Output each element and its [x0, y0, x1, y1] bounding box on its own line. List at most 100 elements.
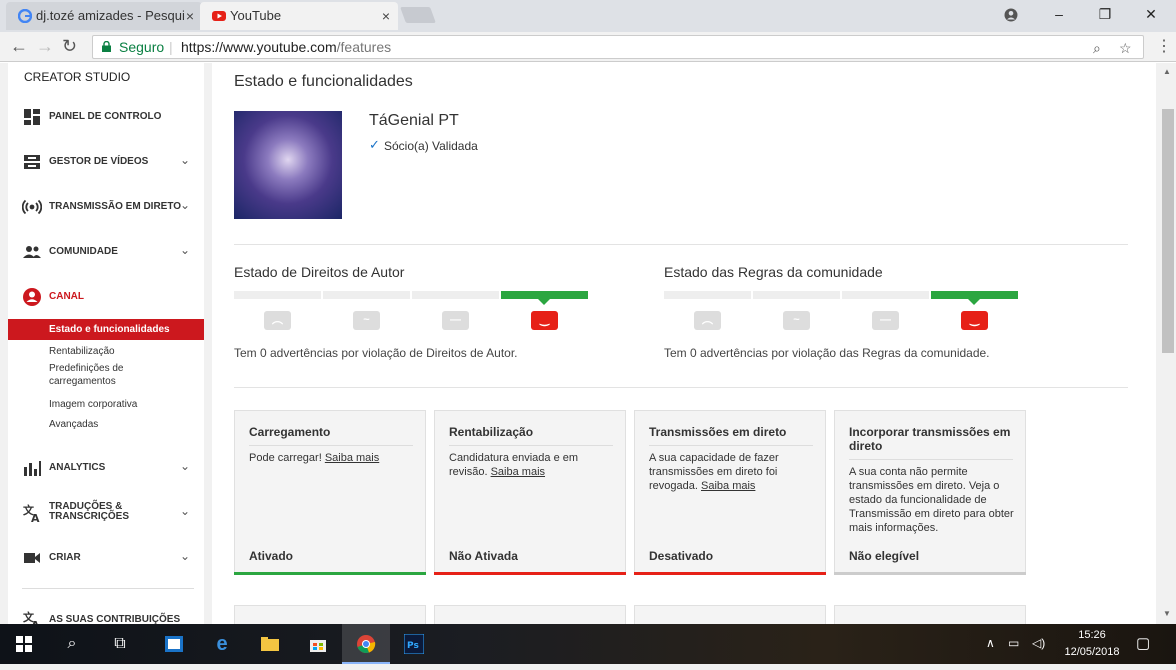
url-input[interactable]: Seguro | https://www.youtube.com/feature… — [92, 35, 1144, 59]
svg-text:Ps: Ps — [407, 641, 419, 651]
sidebar-item-label: CRIAR — [49, 552, 81, 563]
tab-google-search[interactable]: dj.tozé amizades - Pesqui × — [6, 2, 202, 30]
chevron-down-icon[interactable]: ⌄ — [180, 549, 190, 563]
happy-face-icon: ‿ — [531, 311, 558, 330]
card-title: Rentabilização — [449, 425, 613, 446]
card-body: A sua capacidade de fazer transmissões e… — [649, 451, 815, 493]
network-icon[interactable]: ▭ — [1008, 636, 1019, 650]
sidebar-subitem-branding[interactable]: Imagem corporativa — [49, 398, 137, 411]
translate-icon: 文A — [23, 503, 40, 523]
creator-studio-sidebar: CREATOR STUDIO PAINEL DE CONTROLO GESTOR… — [8, 63, 204, 624]
browser-window: dj.tozé amizades - Pesqui × YouTube × – … — [0, 0, 1176, 624]
learn-more-link[interactable]: Saiba mais — [491, 466, 545, 478]
scroll-down-icon[interactable]: ▼ — [1163, 609, 1171, 618]
chevron-down-icon[interactable]: ⌄ — [180, 243, 190, 257]
new-tab-button[interactable] — [400, 7, 436, 23]
chevron-down-icon[interactable]: ⌄ — [180, 459, 190, 473]
scrollbar-thumb[interactable] — [1162, 109, 1174, 353]
bookmark-star-icon[interactable]: ☆ — [1119, 37, 1132, 59]
meter-segment — [323, 291, 410, 299]
tab-youtube[interactable]: YouTube × — [200, 2, 398, 30]
page-content: CREATOR STUDIO PAINEL DE CONTROLO GESTOR… — [0, 63, 1160, 624]
clock-time: 15:26 — [1078, 629, 1106, 641]
tray-chevron-icon[interactable]: ∧ — [986, 636, 995, 650]
section-divider — [234, 244, 1128, 245]
notifications-icon[interactable]: ▢ — [1136, 634, 1150, 652]
meter-segment — [931, 291, 1018, 305]
card-status-bar — [234, 572, 426, 575]
card-title: Carregamento — [249, 425, 413, 446]
sad-face-icon: ︵ — [694, 311, 721, 330]
sidebar-item-label: TRANSMISSÃO EM DIRETO — [49, 201, 182, 212]
sidebar-item-create[interactable]: CRIAR ⌄ — [8, 542, 204, 572]
windows-taskbar: ⌕ ⧉ e Ps ∧ ▭ ◁) 15:26 12/05/2018 ▢ — [0, 624, 1176, 664]
back-icon[interactable]: ← — [10, 36, 28, 56]
tab-bar: dj.tozé amizades - Pesqui × YouTube × – … — [0, 0, 1176, 32]
sidebar-item-contributions[interactable]: 文A AS SUAS CONTRIBUIÇÕES — [8, 604, 204, 624]
system-clock[interactable]: 15:26 12/05/2018 — [1060, 627, 1124, 661]
channel-avatar[interactable] — [234, 111, 342, 219]
secure-label: Seguro — [119, 39, 165, 55]
scrollbar[interactable]: ▲ ▼ — [1160, 63, 1176, 624]
tab-label: YouTube — [230, 8, 282, 23]
profile-icon[interactable] — [988, 0, 1034, 30]
checkmark-icon: ✓ — [369, 137, 380, 152]
sidebar-item-label: AS SUAS CONTRIBUIÇÕES — [49, 614, 181, 624]
close-window-button[interactable]: ✕ — [1128, 0, 1174, 30]
chevron-down-icon[interactable]: ⌄ — [180, 198, 190, 212]
chevron-down-icon[interactable]: ⌄ — [180, 504, 190, 518]
chevron-down-icon[interactable]: ⌄ — [180, 153, 190, 167]
sidebar-item-live[interactable]: TRANSMISSÃO EM DIRETO ⌄ — [8, 191, 204, 221]
lock-icon — [102, 41, 111, 52]
feature-card-live: Transmissões em direto A sua capacidade … — [634, 410, 826, 575]
task-view-icon[interactable]: ⧉ — [96, 624, 144, 664]
sidebar-item-translations[interactable]: 文A TRADUÇÕES & TRANSCRIÇÕES ⌄ — [8, 497, 204, 527]
sidebar-subitem-advanced[interactable]: Avançadas — [49, 418, 98, 431]
learn-more-link[interactable]: Saiba mais — [325, 452, 379, 464]
sidebar-subitem-upload-defaults[interactable]: Predefinições de carregamentos — [49, 362, 159, 388]
chrome-icon[interactable] — [342, 624, 390, 664]
minimize-button[interactable]: – — [1036, 0, 1082, 30]
sidebar-subitem-status-features[interactable]: Estado e funcionalidades — [8, 319, 204, 340]
studio-title: CREATOR STUDIO — [24, 70, 131, 84]
community-heading: Estado das Regras da comunidade — [664, 264, 883, 280]
reload-icon[interactable]: ↻ — [62, 36, 77, 56]
sidebar-item-label: CANAL — [49, 291, 84, 302]
edge-icon[interactable]: e — [198, 624, 246, 664]
community-strikes-text: Tem 0 advertências por violação das Regr… — [664, 346, 990, 360]
svg-text:A: A — [31, 512, 40, 523]
search-icon[interactable]: ⌕ — [48, 624, 96, 664]
sidebar-divider — [22, 588, 194, 589]
file-explorer-icon[interactable] — [246, 624, 294, 664]
channel-name[interactable]: TáGenial PT — [369, 112, 459, 130]
address-bar: ← → ↻ Seguro | https://www.youtube.com/f… — [0, 32, 1176, 62]
zoom-icon[interactable]: ⌕ — [1093, 37, 1101, 59]
sidebar-item-channel[interactable]: CANAL — [8, 281, 204, 311]
sad-face-icon: — — [442, 311, 469, 330]
photoshop-icon[interactable]: Ps — [390, 624, 438, 664]
tab-close-icon[interactable]: × — [186, 2, 194, 30]
forward-icon[interactable]: → — [36, 36, 54, 56]
sidebar-item-community[interactable]: COMUNIDADE ⌄ — [8, 236, 204, 266]
app-icon[interactable] — [150, 624, 198, 664]
page-title: Estado e funcionalidades — [234, 73, 413, 90]
menu-dots-icon[interactable]: ⋮ — [1156, 36, 1172, 56]
analytics-icon — [24, 461, 41, 476]
sidebar-item-analytics[interactable]: ANALYTICS ⌄ — [8, 452, 204, 482]
sidebar-item-dashboard[interactable]: PAINEL DE CONTROLO — [8, 101, 204, 131]
feature-card-partial — [234, 605, 426, 624]
community-meter — [664, 291, 1020, 305]
sidebar-item-label: COMUNIDADE — [49, 246, 118, 257]
store-icon[interactable] — [294, 624, 342, 664]
learn-more-link[interactable]: Saiba mais — [701, 480, 755, 492]
tab-close-icon[interactable]: × — [382, 2, 390, 30]
volume-icon[interactable]: ◁) — [1032, 636, 1045, 650]
scroll-up-icon[interactable]: ▲ — [1163, 67, 1171, 76]
sidebar-subitem-monetization[interactable]: Rentabilização — [49, 345, 115, 358]
sidebar-item-video-manager[interactable]: GESTOR DE VÍDEOS ⌄ — [8, 146, 204, 176]
windows-start-icon[interactable] — [0, 624, 48, 664]
feature-card-upload: Carregamento Pode carregar! Saiba mais A… — [234, 410, 426, 575]
contributions-icon: 文A — [23, 610, 40, 624]
sidebar-item-label: GESTOR DE VÍDEOS — [49, 156, 149, 167]
maximize-button[interactable]: ❐ — [1082, 0, 1128, 30]
